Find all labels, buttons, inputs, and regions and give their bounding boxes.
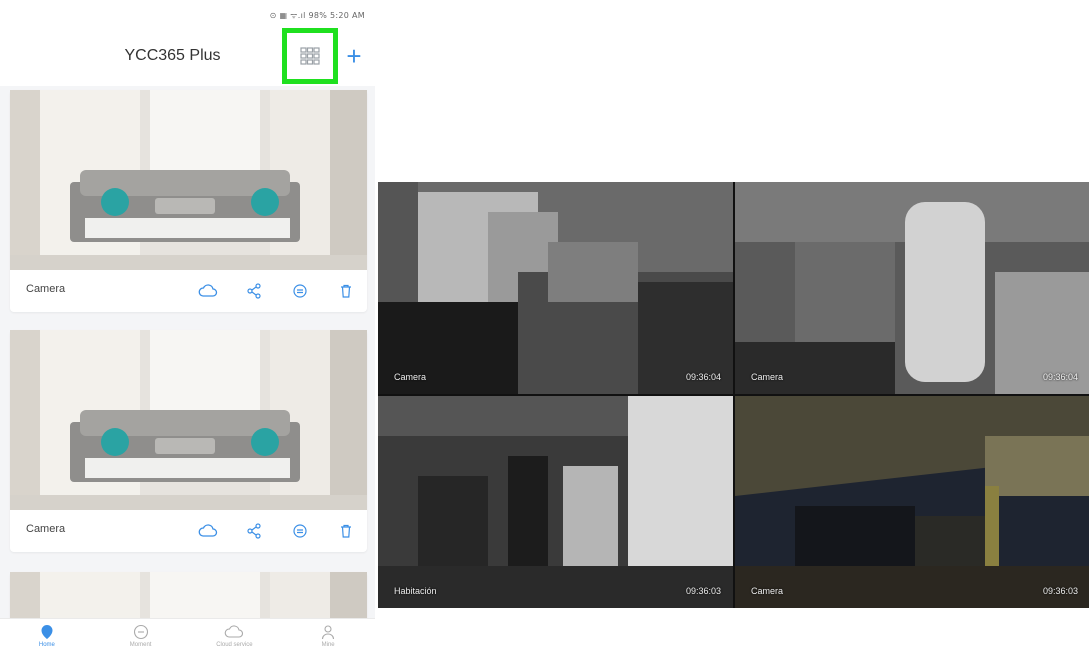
tile-timestamp: 09:36:03 [1042, 586, 1078, 596]
nav-moment[interactable]: Moment [94, 619, 188, 661]
camera-name: Camera [26, 283, 66, 295]
camera-name: Camera [26, 523, 66, 535]
camera-card[interactable]: Camera [10, 330, 367, 552]
settings-button[interactable] [289, 520, 311, 542]
camera-card[interactable]: Camera [10, 90, 367, 312]
nav-mine[interactable]: Mine [281, 619, 375, 661]
cloud-playback-button[interactable] [197, 280, 219, 302]
status-bar: ⊙ ▦ ᯤ.ıl 98% 5:20 AM [0, 0, 375, 30]
multi-view-grid-button[interactable] [282, 28, 338, 84]
camera-tile[interactable]: Camera 09:36:03 [735, 396, 1089, 608]
multi-view-grid: Camera 09:36:04 Camera 09:36:04 Habitaci… [378, 182, 1089, 608]
nav-home-label: Home [38, 642, 55, 648]
nav-cloud-label: Cloud service [216, 642, 253, 648]
moment-icon [133, 624, 148, 640]
trash-icon [341, 524, 351, 538]
tile-camera-name: Camera [751, 372, 784, 382]
share-icon [247, 523, 261, 539]
app-header: YCC365 Plus + [0, 28, 375, 86]
nav-cloud-service[interactable]: Cloud service [188, 619, 282, 661]
cloud-icon [198, 524, 218, 537]
person-icon [322, 625, 335, 640]
camera-tile[interactable]: Habitación 09:36:03 [378, 396, 733, 608]
camera-actions [197, 280, 357, 302]
settings-icon [293, 524, 307, 538]
nav-home[interactable]: Home [0, 619, 94, 661]
camera-tile[interactable]: Camera 09:36:04 [378, 182, 733, 394]
add-device-button[interactable]: + [338, 38, 370, 74]
tile-timestamp: 09:36:04 [685, 372, 721, 382]
settings-button[interactable] [289, 280, 311, 302]
cloud-playback-button[interactable] [197, 520, 219, 542]
status-text: ⊙ ▦ ᯤ.ıl 98% 5:20 AM [269, 11, 365, 20]
cloud-icon [198, 284, 218, 297]
tile-camera-name: Camera [751, 586, 784, 596]
nav-moment-label: Moment [129, 642, 152, 648]
trash-icon [341, 284, 351, 298]
tile-timestamp: 09:36:04 [1042, 372, 1078, 382]
camera-card-footer: Camera [10, 270, 367, 312]
share-button[interactable] [243, 520, 265, 542]
tile-camera-name: Habitación [394, 586, 437, 596]
home-pin-icon [41, 625, 53, 639]
camera-card-footer: Camera [10, 510, 367, 552]
cloud-icon [225, 625, 244, 638]
phone-screen: ⊙ ▦ ᯤ.ıl 98% 5:20 AM YCC365 Plus + Camer… [0, 0, 375, 661]
nav-mine-label: Mine [321, 642, 335, 648]
share-icon [247, 283, 261, 299]
share-button[interactable] [243, 280, 265, 302]
bottom-nav: Home Moment Cloud service Mine [0, 618, 375, 661]
tile-camera-name: Camera [394, 372, 427, 382]
camera-tile[interactable]: Camera 09:36:04 [735, 182, 1089, 394]
settings-icon [293, 284, 307, 298]
grid-icon [300, 47, 320, 65]
camera-thumbnail[interactable] [10, 330, 367, 510]
tile-timestamp: 09:36:03 [685, 586, 721, 596]
camera-thumbnail[interactable] [10, 90, 367, 270]
delete-button[interactable] [335, 520, 357, 542]
camera-actions [197, 520, 357, 542]
delete-button[interactable] [335, 280, 357, 302]
